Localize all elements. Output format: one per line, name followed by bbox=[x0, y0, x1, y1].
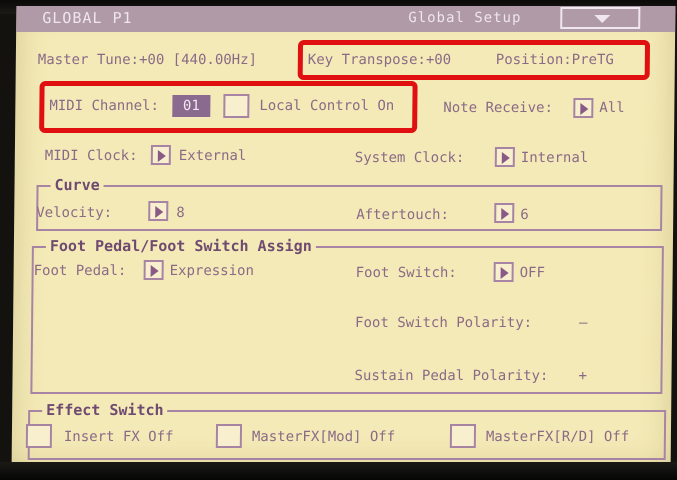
midi-clock-button[interactable] bbox=[150, 145, 171, 165]
foot-switch-button[interactable] bbox=[493, 262, 514, 282]
lcd-screen: GLOBAL P1 Global Setup Master Tune:+00 [… bbox=[11, 6, 676, 468]
system-clock-button[interactable] bbox=[494, 147, 515, 167]
play-arrow-icon bbox=[501, 152, 510, 164]
midi-clock-label: MIDI Clock: bbox=[44, 148, 138, 164]
sustain-pedal-polarity-value[interactable]: + bbox=[578, 368, 587, 384]
midi-clock-value: External bbox=[178, 148, 247, 164]
foot-switch-label: Foot Switch: bbox=[355, 265, 457, 281]
play-arrow-icon bbox=[501, 208, 510, 220]
foot-switch-value: OFF bbox=[519, 265, 546, 281]
sustain-pedal-polarity-label: Sustain Pedal Polarity: bbox=[354, 368, 549, 384]
tab-global-setup[interactable]: Global Setup bbox=[408, 10, 521, 26]
master-tune-field[interactable]: Master Tune:+00 [440.00Hz] bbox=[38, 52, 257, 68]
page-menu-button[interactable] bbox=[560, 7, 641, 29]
play-arrow-icon bbox=[580, 103, 589, 115]
aftertouch-label: Aftertouch: bbox=[356, 207, 450, 223]
aftertouch-value: 6 bbox=[520, 207, 529, 223]
title-bar: GLOBAL P1 Global Setup bbox=[16, 6, 676, 32]
foot-switch-polarity-label: Foot Switch Polarity: bbox=[355, 315, 533, 331]
velocity-label: Velocity: bbox=[36, 205, 113, 221]
insert-fx-label: Insert FX Off bbox=[63, 429, 174, 445]
display-bezel-bottom bbox=[0, 462, 677, 480]
foot-pedal-group-title: Foot Pedal/Foot Switch Assign bbox=[45, 237, 316, 255]
curve-group bbox=[36, 185, 663, 231]
foot-pedal-value: Expression bbox=[169, 263, 255, 279]
aftertouch-button[interactable] bbox=[494, 203, 515, 223]
velocity-button[interactable] bbox=[148, 201, 169, 221]
system-clock-label: System Clock: bbox=[354, 150, 465, 166]
foot-pedal-button[interactable] bbox=[143, 260, 164, 280]
play-arrow-icon bbox=[500, 267, 509, 279]
velocity-value: 8 bbox=[176, 205, 185, 221]
foot-switch-polarity-value[interactable]: – bbox=[579, 315, 588, 331]
masterfx-rd-checkbox[interactable] bbox=[449, 424, 477, 448]
play-arrow-icon bbox=[150, 265, 159, 277]
annotation-box-key-transpose bbox=[297, 40, 651, 80]
effect-switch-group-title: Effect Switch bbox=[42, 401, 168, 419]
curve-group-title: Curve bbox=[50, 176, 104, 194]
system-clock-value: Internal bbox=[520, 150, 589, 166]
page-title: GLOBAL P1 bbox=[42, 9, 133, 27]
masterfx-rd-label: MasterFX[R/D] Off bbox=[485, 429, 630, 445]
insert-fx-checkbox[interactable] bbox=[25, 424, 53, 448]
note-receive-button[interactable] bbox=[573, 98, 594, 118]
masterfx-mod-label: MasterFX[Mod] Off bbox=[251, 429, 396, 445]
play-arrow-icon bbox=[155, 206, 164, 218]
masterfx-mod-checkbox[interactable] bbox=[215, 424, 243, 448]
foot-pedal-label: Foot Pedal: bbox=[33, 263, 127, 279]
play-arrow-icon bbox=[157, 150, 166, 162]
chevron-down-icon bbox=[594, 15, 611, 23]
note-receive-value: All bbox=[599, 100, 625, 116]
annotation-box-midi-channel bbox=[39, 81, 418, 133]
note-receive-label: Note Receive: bbox=[443, 100, 554, 116]
